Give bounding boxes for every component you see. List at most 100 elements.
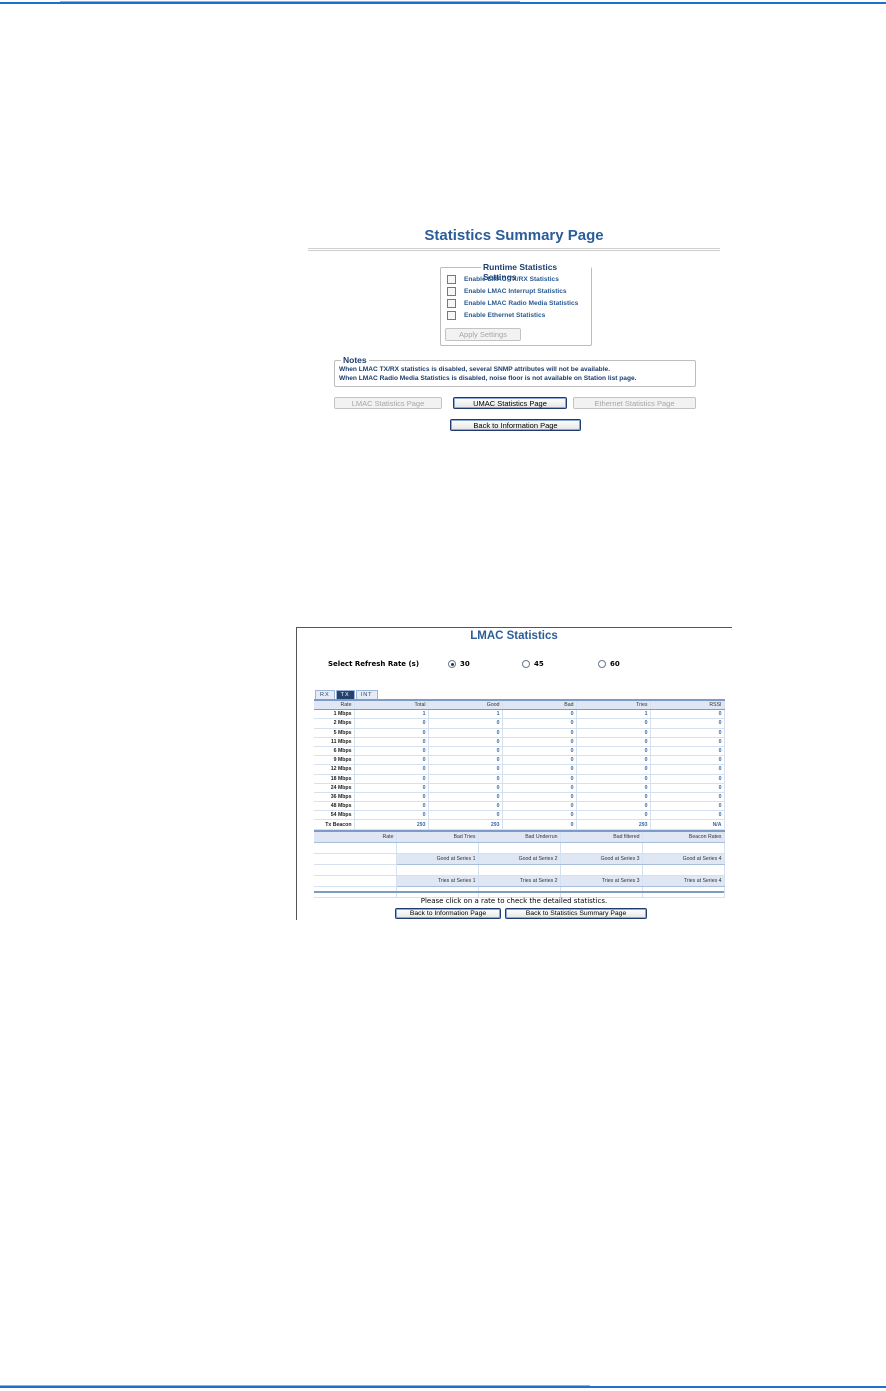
radio-icon[interactable] [448,660,456,668]
option-label: Enable LMAC TX/RX Statistics [464,275,559,283]
value-cell: 293 [354,819,429,830]
table-row[interactable]: 1 Mbps 1 1 0 1 0 [314,709,725,720]
refresh-option-45[interactable]: 45 [522,660,544,668]
detail-header: Bad filtered [560,831,643,843]
value-cell: 0 [502,755,577,766]
value-cell: 0 [354,783,429,793]
option-lmac-radio-media[interactable]: Enable LMAC Radio Media Statistics [447,298,578,308]
detail-header: Good at Series 2 [478,853,561,865]
lmac-statistics-button[interactable]: LMAC Statistics Page [334,397,442,409]
table-row[interactable]: 2 Mbps 0 0 0 0 0 [314,718,725,729]
option-lmac-txrx[interactable]: Enable LMAC TX/RX Statistics [447,274,559,284]
value-cell: 1 [428,709,503,720]
detail-cell [314,842,397,854]
value-cell: 0 [502,801,577,812]
table-row[interactable]: 12 Mbps 0 0 0 0 0 [314,764,725,775]
radio-label: 60 [610,660,620,668]
table-row[interactable]: 5 Mbps 0 0 0 0 0 [314,728,725,738]
note-line: When LMAC Radio Media Statistics is disa… [339,375,637,382]
table-row[interactable]: 9 Mbps 0 0 0 0 0 [314,755,725,766]
apply-settings-button[interactable]: Apply Settings [445,328,521,341]
rate-cell[interactable]: 1 Mbps [314,709,355,720]
table-row[interactable]: 11 Mbps 0 0 0 0 0 [314,737,725,747]
value-cell: 0 [502,728,577,738]
value-cell: 0 [650,746,725,757]
column-header: Tries [576,700,651,711]
value-cell: 0 [502,783,577,793]
value-cell: 0 [650,783,725,793]
radio-icon[interactable] [598,660,606,668]
checkbox[interactable] [447,286,456,296]
umac-statistics-button[interactable]: UMAC Statistics Page [453,397,567,409]
value-cell: 0 [354,774,429,784]
statistics-summary-screenshot: Statistics Summary Page Runtime Statisti… [308,222,720,437]
value-cell: 0 [576,792,651,803]
bottom-rule [0,1385,886,1388]
value-cell: 0 [576,737,651,747]
value-cell: 0 [428,764,503,775]
back-to-summary-button[interactable]: Back to Statistics Summary Page [505,908,647,919]
rate-cell[interactable]: 12 Mbps [314,764,355,775]
value-cell: 0 [502,764,577,775]
radio-icon[interactable] [522,660,530,668]
value-cell: 0 [354,728,429,738]
rate-cell[interactable]: 9 Mbps [314,755,355,766]
table-row[interactable]: 48 Mbps 0 0 0 0 0 [314,801,725,812]
detail-cell [478,842,561,854]
rate-cell[interactable]: 18 Mbps [314,774,355,784]
detail-cell [396,842,479,854]
value-cell: 0 [576,746,651,757]
runtime-settings-group: Runtime Statistics Settings Enable LMAC … [440,262,592,346]
value-cell: 0 [650,774,725,784]
rate-cell[interactable]: 11 Mbps [314,737,355,747]
rate-cell[interactable]: 54 Mbps [314,810,355,821]
table-row[interactable]: 6 Mbps 0 0 0 0 0 [314,746,725,757]
checkbox[interactable] [447,298,456,308]
option-lmac-interrupt[interactable]: Enable LMAC Interrupt Statistics [447,286,567,296]
rate-cell[interactable]: 2 Mbps [314,718,355,729]
value-cell: 0 [354,718,429,729]
checkbox[interactable] [447,274,456,284]
frame-edge [296,627,732,628]
option-ethernet[interactable]: Enable Ethernet Statistics [447,310,545,320]
refresh-option-60[interactable]: 60 [598,660,620,668]
value-cell: 0 [502,774,577,784]
value-cell: 0 [354,746,429,757]
table-row[interactable]: Tx Beacon 293 293 0 293 N/A [314,819,725,830]
value-cell: 0 [354,737,429,747]
table-row[interactable]: 18 Mbps 0 0 0 0 0 [314,774,725,784]
detail-cell [314,853,397,865]
back-to-information-button[interactable]: Back to Information Page [395,908,501,919]
option-label: Enable LMAC Radio Media Statistics [464,299,579,307]
table-row[interactable]: 54 Mbps 0 0 0 0 0 [314,810,725,821]
detail-cell [314,875,397,887]
rate-click-hint: Please click on a rate to check the deta… [420,897,608,905]
value-cell: 0 [650,728,725,738]
value-cell: 0 [428,737,503,747]
table-bottom-rule [314,891,724,893]
rate-cell[interactable]: 24 Mbps [314,783,355,793]
rate-cell[interactable]: 6 Mbps [314,746,355,757]
notes-legend: Notes [341,355,369,365]
value-cell: 0 [576,783,651,793]
rate-cell[interactable]: 36 Mbps [314,792,355,803]
back-to-information-button[interactable]: Back to Information Page [450,419,581,431]
divider [308,250,720,251]
rate-cell[interactable]: Tx Beacon [314,819,355,830]
value-cell: 0 [650,764,725,775]
detail-cell [314,864,397,876]
value-cell: 0 [502,810,577,821]
table-row[interactable]: 36 Mbps 0 0 0 0 0 [314,792,725,803]
lmac-statistics-screenshot: LMAC Statistics Select Refresh Rate (s) … [296,627,732,920]
value-cell: 0 [650,718,725,729]
value-cell: 0 [576,755,651,766]
value-cell: 0 [650,709,725,720]
rate-cell[interactable]: 5 Mbps [314,728,355,738]
refresh-option-30[interactable]: 30 [448,660,470,668]
checkbox[interactable] [447,310,456,320]
rate-cell[interactable]: 48 Mbps [314,801,355,812]
table-row[interactable]: 24 Mbps 0 0 0 0 0 [314,783,725,793]
divider [308,248,720,249]
rate-detail-table: Rate Bad Tries Bad Underrun Bad filtered… [314,830,725,898]
ethernet-statistics-button[interactable]: Ethernet Statistics Page [573,397,696,409]
